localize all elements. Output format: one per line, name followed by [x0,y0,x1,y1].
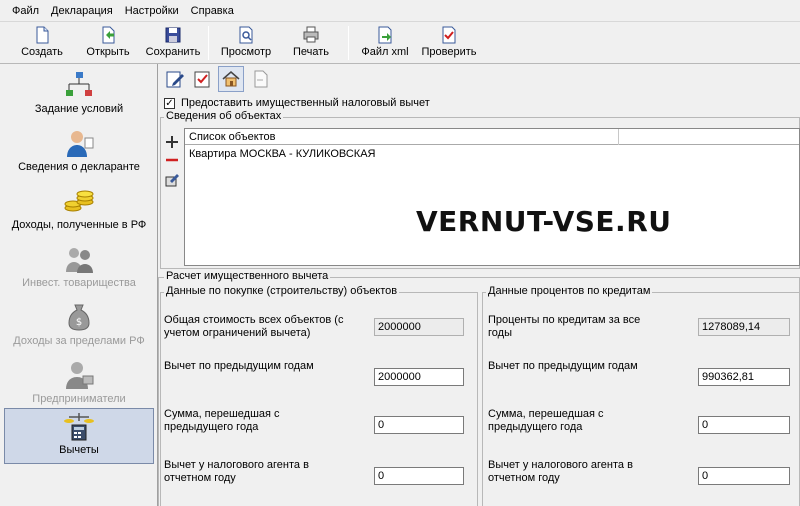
menu-bar: Файл Декларация Настройки Справка [0,0,800,22]
add-icon[interactable] [164,134,180,150]
partners-icon [66,248,93,273]
house-icon [222,71,240,87]
interest-tax-agent-field[interactable]: 0 [698,467,790,485]
calc-group-title: Расчет имущественного вычета [164,270,331,282]
person-icon [67,131,94,157]
toolbar: Создать Открыть Сохранить Просмотр Печат… [0,22,800,64]
document-icon [254,70,268,88]
interest-carried-over-field[interactable]: 0 [698,416,790,434]
list-item[interactable]: Квартира МОСКВА - КУЛИКОВСКАЯ [189,148,375,160]
scales-calculator-icon [64,413,94,441]
print-button[interactable]: Печать [286,24,336,62]
xml-file-button[interactable]: Файл xml [356,24,414,62]
interest-total-field: 1278089,14 [698,318,790,336]
pencil-form-icon [166,71,184,88]
interest-prev-years-label: Вычет по предыдущим годам [488,360,638,372]
create-button[interactable]: Создать [14,24,70,62]
open-button[interactable]: Открыть [80,24,136,62]
save-button[interactable]: Сохранить [140,24,206,62]
objects-list-header: Список объектов [185,129,799,145]
check-document-icon [442,26,456,44]
xml-export-icon [378,26,392,44]
menu-declaration[interactable]: Декларация [45,0,119,22]
total-cost-field: 2000000 [374,318,464,336]
property-page-tab[interactable] [218,66,244,92]
entrepreneur-icon [66,362,94,389]
column-header-objects[interactable]: Список объектов [185,129,619,145]
purchase-group-title: Данные по покупке (строительству) объект… [164,285,400,297]
sidebar-item-income-rf[interactable]: Доходы, полученные в РФ [4,184,154,240]
menu-help[interactable]: Справка [185,0,240,22]
open-document-icon [102,26,115,44]
sidebar-item-invest-partnerships[interactable]: Инвест. товарищества [4,242,154,298]
svg-text:$: $ [76,317,82,328]
prev-years-field[interactable]: 2000000 [374,368,464,386]
interest-group-title: Данные процентов по кредитам [486,285,653,297]
coins-icon [64,190,94,212]
edit-object-icon[interactable] [164,172,180,188]
new-document-icon [36,26,49,44]
edit-page-tab[interactable] [162,66,188,92]
checkbox-box[interactable]: ✓ [164,97,175,109]
sidebar-item-deductions[interactable]: Вычеты [4,408,154,464]
sidebar-item-entrepreneurs[interactable]: Предприниматели [4,358,154,414]
interest-prev-years-field[interactable]: 990362,81 [698,368,790,386]
objects-list[interactable]: Список объектов Квартира МОСКВА - КУЛИКО… [184,128,800,266]
printer-icon [303,26,319,43]
sections-panel: Задание условий Сведения о декларанте До… [0,64,158,506]
remove-icon[interactable] [164,152,180,168]
interest-total-label: Проценты по кредитам за все годы [488,314,641,339]
sidebar-item-income-abroad[interactable]: $ Доходы за пределами РФ [4,300,154,356]
carried-over-field[interactable]: 0 [374,416,464,434]
objects-group-title: Сведения об объектах [164,110,284,122]
menu-settings[interactable]: Настройки [119,0,185,22]
toolbar-separator [348,26,349,60]
toolbar-separator [208,26,209,60]
tax-agent-label: Вычет у налогового агента в отчетном год… [164,459,309,484]
carried-over-label: Сумма, перешедшая с предыдущего года [164,408,280,433]
tax-agent-field[interactable]: 0 [374,467,464,485]
preview-icon [239,26,253,44]
floppy-disk-icon [165,27,181,43]
menu-file[interactable]: Файл [6,0,45,22]
checklist-icon [194,71,210,88]
interest-tax-agent-label: Вычет у налогового агента в отчетном год… [488,459,633,484]
total-cost-label: Общая стоимость всех объектов (с учетом … [164,314,344,339]
checklist-page-tab[interactable] [190,66,216,92]
network-tree-icon [66,72,92,96]
money-bag-icon: $ [68,304,90,331]
check-button[interactable]: Проверить [418,24,480,62]
prev-years-label: Вычет по предыдущим годам [164,360,314,372]
document-page-tab[interactable] [248,66,274,92]
property-deduction-checkbox[interactable]: ✓ Предоставить имущественный налоговый в… [164,97,430,109]
preview-button[interactable]: Просмотр [216,24,276,62]
watermark-text: VERNUT-VSE.RU [416,205,672,238]
sidebar-item-declarant[interactable]: Сведения о декларанте [4,126,154,182]
checkbox-label: Предоставить имущественный налоговый выч… [181,97,430,109]
sidebar-item-conditions[interactable]: Задание условий [4,68,154,124]
interest-carried-over-label: Сумма, перешедшая с предыдущего года [488,408,604,433]
